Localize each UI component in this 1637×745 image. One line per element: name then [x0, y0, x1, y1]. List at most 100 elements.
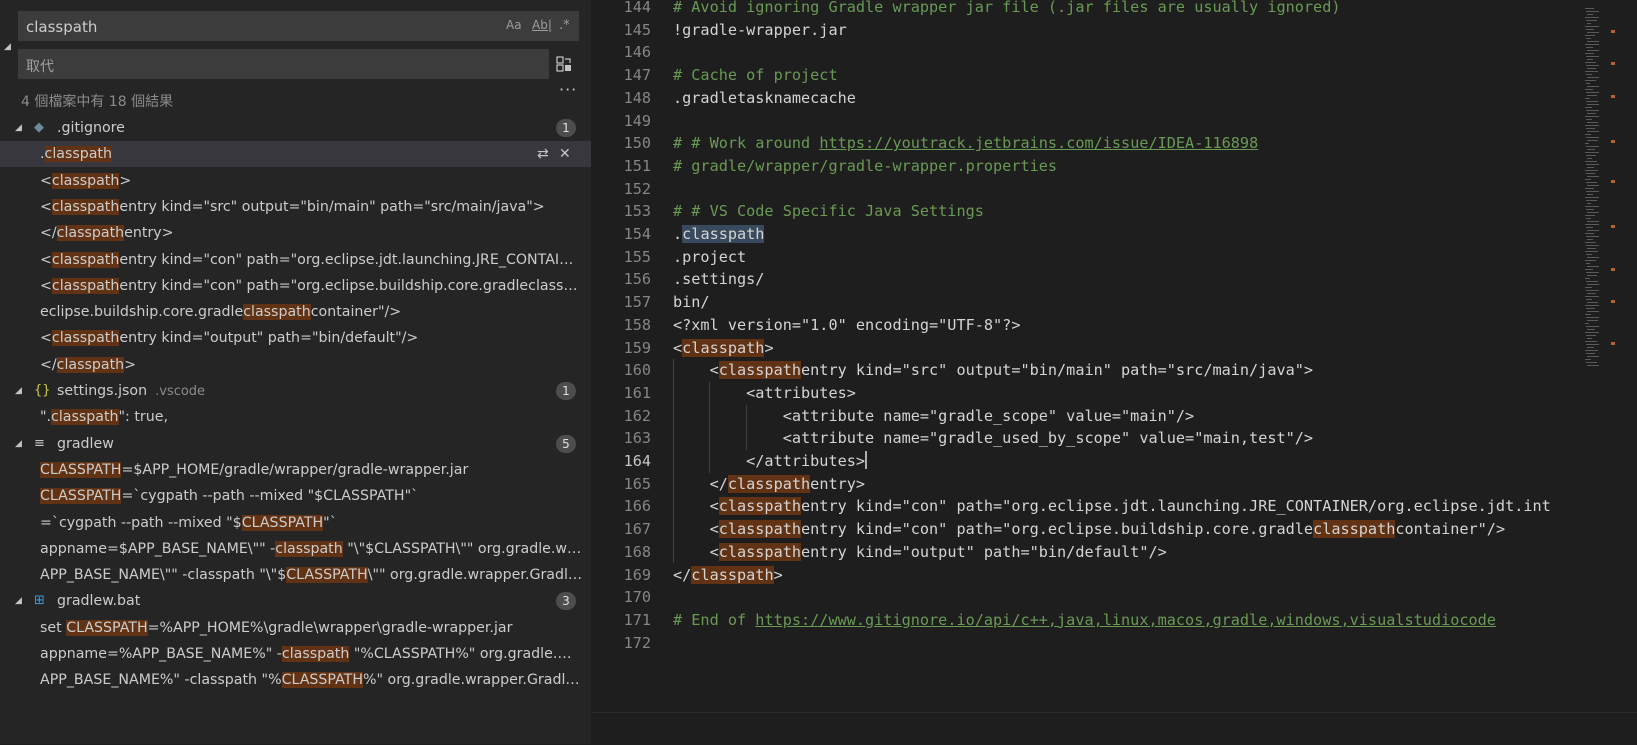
- code-line[interactable]: 147 # Cache of project: [591, 64, 1591, 87]
- match-case-icon[interactable]: Aa: [506, 18, 522, 32]
- result-match[interactable]: eclipse.buildship.core.gradleclasspathco…: [0, 299, 591, 325]
- code-line[interactable]: 160 <classpathentry kind="src" output="b…: [591, 359, 1591, 382]
- match-highlight: classpath: [44, 146, 112, 163]
- chevron-down-icon[interactable]: ◢: [15, 588, 22, 614]
- code-line[interactable]: 144 # Avoid ignoring Gradle wrapper jar f…: [591, 0, 1591, 19]
- indent-guide: [746, 404, 747, 450]
- line-number: 155: [623, 247, 651, 266]
- line-code: # Avoid ignoring Gradle wrapper jar file…: [673, 0, 1341, 19]
- result-match[interactable]: <classpath>: [0, 168, 591, 194]
- minimap[interactable]: [1555, 0, 1604, 712]
- code-line[interactable]: 149: [591, 110, 1591, 133]
- line-code: <attributes>: [673, 382, 856, 405]
- code-line[interactable]: 155 .project: [591, 246, 1591, 269]
- code-line[interactable]: 159 <classpath>: [591, 337, 1591, 360]
- code-link[interactable]: https://www.gitignore.io/api/c++,java,li…: [755, 611, 1496, 629]
- code-line[interactable]: 145 !gradle-wrapper.jar: [591, 19, 1591, 42]
- code-line[interactable]: 152: [591, 178, 1591, 201]
- code-line[interactable]: 157 bin/: [591, 291, 1591, 314]
- result-match[interactable]: APP_BASE_NAME\"" -classpath "\"$CLASSPAT…: [0, 562, 591, 588]
- code-line[interactable]: 158 <?xml version="1.0" encoding="UTF-8"?…: [591, 314, 1591, 337]
- search-query[interactable]: classpath: [26, 18, 97, 36]
- code-line[interactable]: 161 <attributes>: [591, 382, 1591, 405]
- code-line[interactable]: 166 <classpathentry kind="con" path="org…: [591, 495, 1591, 518]
- line-number: 145: [623, 20, 651, 39]
- line-code: # Cache of project: [673, 64, 838, 87]
- dismiss-icon[interactable]: ✕: [559, 141, 571, 167]
- code-line[interactable]: 168 <classpathentry kind="output" path="…: [591, 541, 1591, 564]
- result-match[interactable]: set CLASSPATH=%APP_HOME%\gradle\wrapper\…: [0, 615, 591, 641]
- match-highlight: CLASSPATH: [40, 488, 122, 505]
- json-icon: {}: [34, 383, 51, 398]
- result-match[interactable]: CLASSPATH=`cygpath --path --mixed "$CLAS…: [0, 483, 591, 509]
- result-file-2[interactable]: ◢ {} settings.json .vscode 1: [0, 378, 591, 404]
- vertical-scrollbar[interactable]: [1599, 0, 1613, 712]
- code-token: <: [673, 542, 719, 561]
- code-line[interactable]: 146: [591, 41, 1591, 64]
- code-line[interactable]: 153 # # VS Code Specific Java Settings: [591, 200, 1591, 223]
- result-match[interactable]: <classpathentry kind="output" path="bin/…: [0, 325, 591, 351]
- code-line[interactable]: 172: [591, 632, 1591, 655]
- code-line[interactable]: 148 .gradletasknamecache: [591, 87, 1591, 110]
- line-code: </classpath>: [673, 564, 783, 587]
- whole-word-icon[interactable]: Ab|: [532, 18, 552, 32]
- result-match[interactable]: APP_BASE_NAME%" -classpath "%CLASSPATH%"…: [0, 667, 591, 693]
- minimap-line: [1585, 197, 1600, 198]
- replace-all-icon[interactable]: [556, 56, 572, 72]
- chevron-down-icon[interactable]: ◢: [15, 378, 22, 404]
- result-match[interactable]: CLASSPATH=$APP_HOME/gradle/wrapper/gradl…: [0, 457, 591, 483]
- code-line[interactable]: 151 # gradle/wrapper/gradle-wrapper.prope…: [591, 155, 1591, 178]
- code-token: entry kind="output" path="bin/default"/>: [801, 542, 1167, 561]
- result-match[interactable]: =`cygpath --path --mixed "$CLASSPATH"`: [0, 510, 591, 536]
- code-line[interactable]: 170: [591, 586, 1591, 609]
- code-line[interactable]: 162 <attribute name="gradle_scope" value…: [591, 405, 1591, 428]
- code-editor[interactable]: 144 # Avoid ignoring Gradle wrapper jar f…: [591, 0, 1637, 744]
- minimap-line: [1586, 281, 1598, 282]
- code-token: <attribute name="gradle_used_by_scope" v…: [673, 429, 1314, 448]
- result-file-0[interactable]: ◢ ◆ .gitignore 1: [0, 115, 591, 141]
- code-line[interactable]: 171 # End of https://www.gitignore.io/api…: [591, 609, 1591, 632]
- code-link[interactable]: https://youtrack.jetbrains.com/issue/IDE…: [819, 134, 1258, 152]
- match-suffix: %" org.gradle.wrapper.GradleWrapperMain: [363, 672, 583, 689]
- line-number: 168: [623, 542, 651, 561]
- minimap-line: [1587, 122, 1598, 123]
- code-line[interactable]: 163 <attribute name="gradle_used_by_scop…: [591, 427, 1591, 450]
- result-match[interactable]: <classpathentry kind="src" output="bin/m…: [0, 194, 591, 220]
- code-line[interactable]: 156 .settings/: [591, 268, 1591, 291]
- regex-icon[interactable]: .*: [559, 18, 570, 33]
- code-line[interactable]: 165 </classpathentry>: [591, 473, 1591, 496]
- code-token: .settings/: [673, 270, 765, 289]
- chevron-down-icon[interactable]: ◢: [15, 115, 22, 141]
- minimap-line: [1586, 65, 1600, 66]
- minimap-line: [1585, 89, 1593, 90]
- more-actions-icon[interactable]: ···: [559, 80, 577, 99]
- match-highlight: classpath: [51, 251, 120, 268]
- result-match[interactable]: </classpath>: [0, 352, 591, 378]
- match-marker: [1611, 268, 1615, 271]
- match-text: .classpath: [40, 141, 531, 167]
- toggle-replace-icon[interactable]: ◢: [4, 42, 11, 52]
- code-line[interactable]: 150 # # Work around https://youtrack.jetb…: [591, 132, 1591, 155]
- result-match[interactable]: <classpathentry kind="con" path="org.ecl…: [0, 273, 591, 299]
- horizontal-scrollbar[interactable]: [591, 712, 1637, 745]
- result-match[interactable]: appname=%APP_BASE_NAME%" -classpath "%CL…: [0, 641, 591, 667]
- replace-icon[interactable]: ⇄: [537, 141, 549, 167]
- result-match[interactable]: appname=$APP_BASE_NAME\"" -classpath "\"…: [0, 536, 591, 562]
- result-match[interactable]: ".classpath": true,: [0, 404, 591, 430]
- code-line[interactable]: 167 <classpathentry kind="con" path="org…: [591, 518, 1591, 541]
- result-file-4[interactable]: ◢ ⊞ gradlew.bat 3: [0, 588, 591, 614]
- result-match[interactable]: .classpath ⇄ ✕: [0, 141, 591, 168]
- chevron-down-icon[interactable]: ◢: [15, 431, 22, 457]
- result-match[interactable]: <classpathentry kind="con" path="org.ecl…: [0, 247, 591, 273]
- replace-input[interactable]: 取代: [18, 49, 549, 79]
- match-marker: [1611, 62, 1615, 65]
- minimap-line: [1585, 17, 1600, 18]
- result-file-3[interactable]: ◢ ≡ gradlew 5: [0, 431, 591, 457]
- minimap-line: [1585, 71, 1598, 72]
- code-line[interactable]: 154 .classpath: [591, 223, 1591, 246]
- result-match[interactable]: </classpathentry>: [0, 220, 591, 246]
- search-input[interactable]: classpath Aa Ab| .*: [18, 11, 579, 41]
- code-line[interactable]: 169 </classpath>: [591, 564, 1591, 587]
- minimap-line: [1586, 110, 1599, 111]
- code-line[interactable]: 164 </attributes>: [591, 450, 1591, 473]
